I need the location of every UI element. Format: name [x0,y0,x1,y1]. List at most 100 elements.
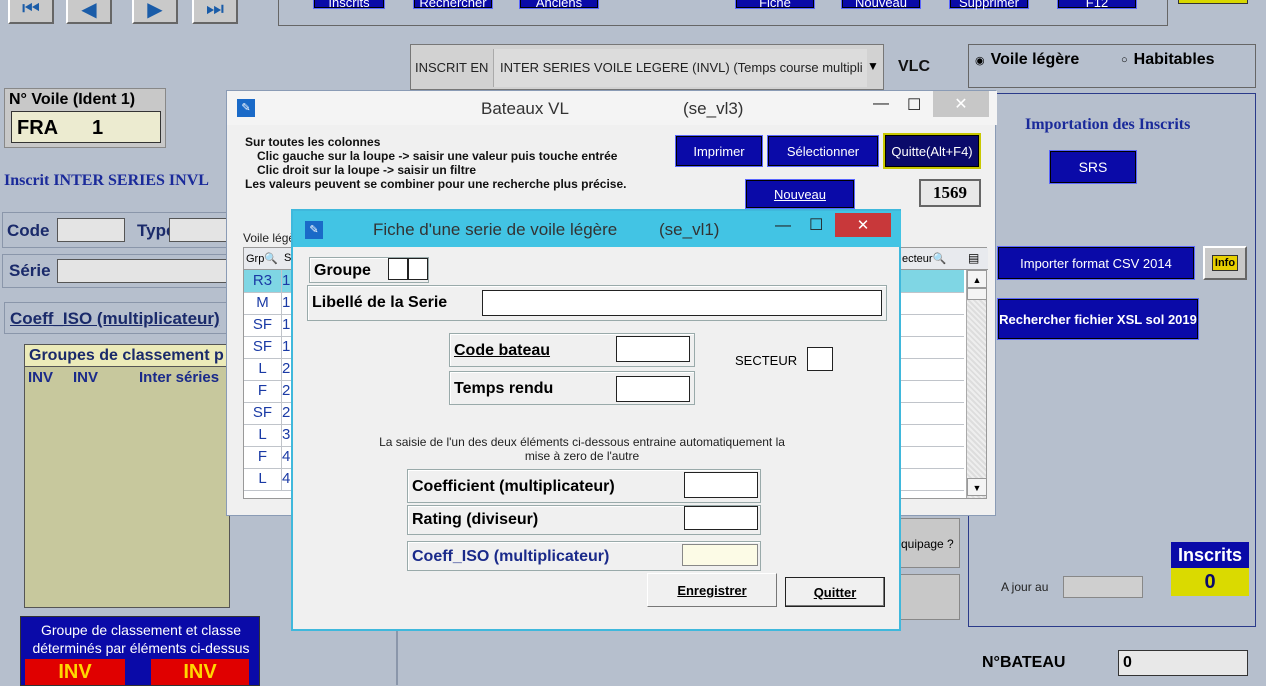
radio-voile-legere[interactable]: ◉ Voile légère [975,51,1079,69]
groupe-classement-block: Groupe de classement et classe déterminé… [20,616,260,686]
rechercher-xsl-button[interactable]: Rechercher fichier XSL sol 2019 [997,298,1199,340]
columns-icon[interactable]: ▤ [968,251,979,265]
new-button[interactable]: Nouveau [745,179,855,209]
coeff-iso-label: Coeff_ISO (multiplicateur) [10,309,220,328]
groupe-input-2[interactable] [408,258,428,280]
fiche-minimize-icon[interactable]: — [775,217,791,235]
inscrits-top-button[interactable]: Inscrits [313,0,385,10]
anciens-top-button[interactable]: Anciens [519,0,599,10]
nouveau-top-button[interactable]: Nouveau [841,0,921,10]
quit-list-button[interactable]: Quitte(Alt+F4) [883,133,981,169]
prev-icon: ◀ [81,0,97,21]
radio-habitables[interactable]: ○ Habitables [1121,51,1215,69]
divider-line [396,630,398,685]
coeff-iso-row: Coeff_ISO (multiplicateur) [4,302,230,334]
inscrit-en-combo[interactable]: INSCRIT EN INTER SERIES VOILE LEGERE (IN… [410,44,884,90]
radio-habitables-label: Habitables [1133,51,1215,68]
code-bateau-row: Code bateau [449,333,695,367]
first-icon: ⏮ [22,0,40,20]
rating-input[interactable] [684,506,758,530]
equipage-box[interactable]: quipage ? [896,518,960,568]
help-line-1: Sur toutes les colonnes [245,135,381,149]
equipage-label: quipage ? [901,537,954,551]
col-grp[interactable]: Grp🔍 [246,252,278,265]
fiche-note: La saisie de l'un des deux éléments ci-d… [379,435,785,463]
top-button-bar: Inscrits Rechercher Anciens Fiche Nouvea… [278,0,1168,26]
coeff-iso-fiche-input[interactable] [682,544,758,566]
first-record-button[interactable]: ⏮ [8,0,54,24]
scroll-down-icon[interactable]: ▼ [967,478,987,496]
next-icon: ▶ [147,0,163,21]
grp-cell: R3 [252,272,273,289]
import-panel: Importation des Inscrits SRS Importer fo… [968,93,1256,627]
col-secteur[interactable]: ecteur🔍 [902,252,946,265]
prev-record-button[interactable]: ◀ [66,0,112,24]
voile-field[interactable]: FRA 1 [11,111,161,143]
grp-cell: SF [252,404,273,421]
grp-cell: F [257,382,268,399]
nbateau-field[interactable]: 0 [1118,650,1248,676]
close-icon: ✕ [954,96,968,113]
inscrits-label: Inscrits [1171,542,1249,568]
fiche-maximize-icon[interactable]: ☐ [809,215,823,235]
chevron-down-icon[interactable]: ▼ [867,59,879,73]
import-title: Importation des Inscrits [1025,116,1191,133]
groupes-cell-1: INV [28,369,54,386]
next-record-button[interactable]: ▶ [132,0,178,24]
temps-rendu-label: Temps rendu [454,380,554,397]
voile-ident-block: N° Voile (Ident 1) FRA 1 [4,88,166,148]
help-line-3: Clic droit sur la loupe -> saisir un fil… [257,163,477,177]
type-field[interactable] [169,218,231,242]
rechercher-top-button[interactable]: Rechercher [413,0,493,10]
code-bateau-label: Code bateau [454,342,551,359]
code-label: Code [7,221,50,240]
save-button[interactable]: Enregistrer [647,573,777,607]
code-bateau-input[interactable] [616,336,690,362]
radio-checked-icon: ◉ [975,54,985,67]
print-button[interactable]: Imprimer [675,135,763,167]
col-s[interactable]: S [284,252,291,264]
supprimer-top-button[interactable]: Supprimer [949,0,1029,10]
search-icon: 🔍 [932,253,947,265]
top-right-block [1178,0,1248,4]
grid-scrollbar[interactable]: ▲ ▼ [966,270,987,498]
scroll-up-icon[interactable]: ▲ [967,270,987,288]
minimize-icon[interactable]: — [873,95,889,113]
bateaux-close-button[interactable]: ✕ [933,91,989,117]
top-nav: ⏮ ◀ ▶ ⏭ [0,0,260,36]
secteur-input[interactable] [807,347,833,371]
close-icon: ✕ [856,217,870,234]
scroll-thumb[interactable] [967,288,987,300]
quit-fiche-button[interactable]: Quitter [785,577,885,607]
last-record-button[interactable]: ⏭ [192,0,238,24]
fiche-titlebar: ✎ Fiche d'une serie de voile légère (se_… [293,211,901,247]
coefficient-input[interactable] [684,472,758,498]
fiche-title: Fiche d'une serie de voile légère [373,220,618,239]
grp-cell: M [256,294,269,311]
help-line-4: Les valeurs peuvent se combiner pour une… [245,177,627,191]
fiche-top-button[interactable]: Fiche [735,0,815,10]
fiche-close-button[interactable]: ✕ [835,213,891,237]
inv-badge-2: INV [151,659,249,685]
a-jour-field[interactable] [1063,576,1143,598]
srs-button[interactable]: SRS [1049,150,1137,184]
f12-top-button[interactable]: F12 [1057,0,1137,10]
groupe-input-1[interactable] [388,258,408,280]
groupes-cell-2: INV [73,369,99,386]
a-jour-label: A jour au [1001,580,1049,594]
groupes-header: Groupes de classement p [25,345,231,367]
inv-badge-1: INV [25,659,125,685]
serie-field[interactable] [57,259,231,283]
help-line-2: Clic gauche sur la loupe -> saisir une v… [257,149,618,163]
radio-voile-label: Voile légère [990,51,1080,68]
temps-rendu-input[interactable] [616,376,690,402]
code-field[interactable] [57,218,125,242]
import-csv-button[interactable]: Importer format CSV 2014 [997,246,1195,280]
libelle-input[interactable] [482,290,882,316]
groupes-panel: Groupes de classement p INV INV Inter sé… [24,344,231,608]
grp-cell: L [258,470,267,487]
info-button[interactable]: Info [1203,246,1247,280]
serie-row: Série [2,254,231,288]
maximize-icon[interactable]: ☐ [907,95,921,115]
select-button[interactable]: Sélectionner [767,135,879,167]
